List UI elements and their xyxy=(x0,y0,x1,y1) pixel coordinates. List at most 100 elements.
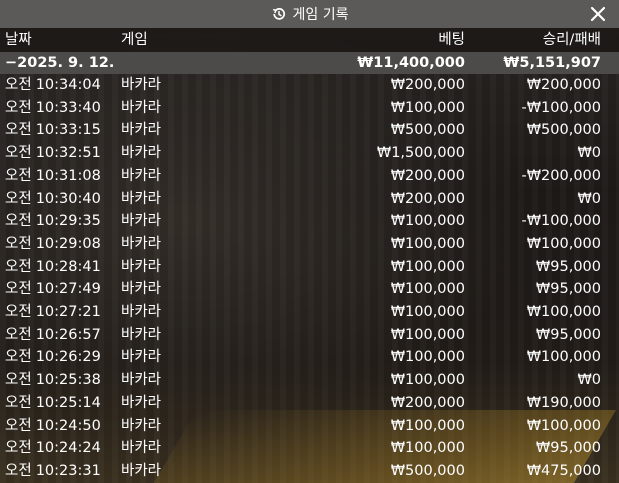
row-game: 바카라 xyxy=(121,213,162,230)
summary-bet-total: ₩11,400,000 xyxy=(357,55,465,71)
row-game: 바카라 xyxy=(121,77,162,93)
row-time: 10:33:15 xyxy=(35,122,101,139)
column-header-result: 승리/패배 xyxy=(542,32,601,48)
row-ampm: 오전 xyxy=(5,417,32,434)
row-ampm: 오전 xyxy=(5,304,32,320)
row-game: 바카라 xyxy=(121,417,162,434)
row-bet: ₩100,000 xyxy=(390,213,465,230)
row-time: 10:23:31 xyxy=(35,462,101,479)
row-result: ₩95,000 xyxy=(535,281,601,298)
row-result: ₩0 xyxy=(577,372,601,389)
row-datetime: 오전 10:28:41 xyxy=(5,256,101,278)
table-row[interactable]: 오전 10:30:40 바카라 ₩200,000 ₩0 xyxy=(0,188,619,210)
table-row[interactable]: 오전 10:33:15 바카라 ₩500,000 ₩500,000 xyxy=(0,119,619,141)
table-row[interactable]: 오전 10:28:41 바카라 ₩100,000 ₩95,000 xyxy=(0,256,619,278)
row-bet: ₩200,000 xyxy=(390,77,465,93)
row-datetime: 오전 10:29:35 xyxy=(5,210,101,232)
row-game: 바카라 xyxy=(121,326,162,343)
table-row[interactable]: 오전 10:24:24 바카라 ₩100,000 ₩95,000 xyxy=(0,437,619,459)
row-result: ₩475,000 xyxy=(526,462,601,479)
row-bet: ₩100,000 xyxy=(390,372,465,389)
row-ampm: 오전 xyxy=(5,190,32,207)
row-time: 10:30:40 xyxy=(35,190,101,207)
row-time: 10:28:41 xyxy=(35,258,101,275)
table-row[interactable]: 오전 10:27:49 바카라 ₩100,000 ₩95,000 xyxy=(0,278,619,300)
row-bet: ₩100,000 xyxy=(390,235,465,252)
row-time: 10:25:38 xyxy=(35,372,101,389)
row-time: 10:29:35 xyxy=(35,213,101,230)
row-ampm: 오전 xyxy=(5,145,32,162)
row-result: -₩200,000 xyxy=(521,167,601,184)
row-result: -₩100,000 xyxy=(521,99,601,116)
table-row[interactable]: 오전 10:26:29 바카라 ₩100,000 ₩100,000 xyxy=(0,346,619,368)
game-history-panel: 게임 기록 날짜 게임 베팅 승리/패배 −2025. 9. 12. ₩11,4… xyxy=(0,0,619,483)
row-datetime: 오전 10:26:57 xyxy=(5,324,101,346)
row-result: -₩100,000 xyxy=(521,213,601,230)
row-bet: ₩200,000 xyxy=(390,190,465,207)
row-game: 바카라 xyxy=(121,281,162,298)
row-ampm: 오전 xyxy=(5,372,32,389)
row-ampm: 오전 xyxy=(5,213,32,230)
table-row[interactable]: 오전 10:27:21 바카라 ₩100,000 ₩100,000 xyxy=(0,301,619,323)
row-game: 바카라 xyxy=(121,462,162,479)
table-row[interactable]: 오전 10:25:38 바카라 ₩100,000 ₩0 xyxy=(0,369,619,391)
row-result: ₩0 xyxy=(577,190,601,207)
row-time: 10:26:29 xyxy=(35,349,101,366)
table-row[interactable]: 오전 10:31:08 바카라 ₩200,000 -₩200,000 xyxy=(0,165,619,187)
table-row[interactable]: 오전 10:24:50 바카라 ₩100,000 ₩100,000 xyxy=(0,415,619,437)
row-bet: ₩500,000 xyxy=(390,462,465,479)
row-datetime: 오전 10:25:14 xyxy=(5,392,101,414)
row-bet: ₩200,000 xyxy=(390,167,465,184)
row-ampm: 오전 xyxy=(5,235,32,252)
row-datetime: 오전 10:23:31 xyxy=(5,460,101,482)
row-game: 바카라 xyxy=(121,122,162,139)
table-row[interactable]: 오전 10:23:31 바카라 ₩500,000 ₩475,000 xyxy=(0,460,619,482)
row-bet: ₩100,000 xyxy=(390,417,465,434)
row-datetime: 오전 10:24:50 xyxy=(5,415,101,437)
row-game: 바카라 xyxy=(121,304,162,320)
row-bet: ₩100,000 xyxy=(390,349,465,366)
row-bet: ₩100,000 xyxy=(390,440,465,457)
title-wrap: 게임 기록 xyxy=(271,4,348,24)
close-button[interactable] xyxy=(587,3,609,25)
row-result: ₩190,000 xyxy=(526,394,601,411)
row-time: 10:33:40 xyxy=(35,99,101,116)
table-row[interactable]: 오전 10:32:51 바카라 ₩1,500,000 ₩0 xyxy=(0,142,619,164)
row-bet: ₩100,000 xyxy=(390,326,465,343)
row-game: 바카라 xyxy=(121,440,162,457)
row-bet: ₩100,000 xyxy=(390,99,465,116)
row-bet: ₩500,000 xyxy=(390,122,465,139)
row-game: 바카라 xyxy=(121,190,162,207)
row-game: 바카라 xyxy=(121,167,162,184)
table-row[interactable]: 오전 10:29:08 바카라 ₩100,000 ₩100,000 xyxy=(0,233,619,255)
date-summary-row[interactable]: −2025. 9. 12. ₩11,400,000 ₩5,151,907 xyxy=(0,52,619,74)
row-game: 바카라 xyxy=(121,258,162,275)
row-ampm: 오전 xyxy=(5,167,32,184)
row-datetime: 오전 10:33:15 xyxy=(5,119,101,141)
column-header-date: 날짜 xyxy=(5,32,32,48)
row-time: 10:26:57 xyxy=(35,326,101,343)
row-result: ₩95,000 xyxy=(535,258,601,275)
row-result: ₩200,000 xyxy=(526,77,601,93)
table-row[interactable]: 오전 10:33:40 바카라 ₩100,000 -₩100,000 xyxy=(0,97,619,119)
title-bar: 게임 기록 xyxy=(0,0,619,28)
row-ampm: 오전 xyxy=(5,394,32,411)
row-time: 10:27:21 xyxy=(35,304,101,320)
row-time: 10:25:14 xyxy=(35,394,101,411)
row-ampm: 오전 xyxy=(5,326,32,343)
table-row[interactable]: 오전 10:25:14 바카라 ₩200,000 ₩190,000 xyxy=(0,392,619,414)
table-row[interactable]: 오전 10:26:57 바카라 ₩100,000 ₩95,000 xyxy=(0,324,619,346)
table-row[interactable]: 오전 10:29:35 바카라 ₩100,000 -₩100,000 xyxy=(0,210,619,232)
row-time: 10:27:49 xyxy=(35,281,101,298)
row-datetime: 오전 10:30:40 xyxy=(5,188,101,210)
column-header-game: 게임 xyxy=(121,32,148,48)
row-time: 10:31:08 xyxy=(35,167,101,184)
row-ampm: 오전 xyxy=(5,281,32,298)
row-result: ₩500,000 xyxy=(526,122,601,139)
table-row[interactable]: 오전 10:34:04 바카라 ₩200,000 ₩200,000 xyxy=(0,74,619,96)
row-result: ₩100,000 xyxy=(526,304,601,320)
row-game: 바카라 xyxy=(121,145,162,162)
row-time: 10:24:50 xyxy=(35,417,101,434)
row-bet: ₩1,500,000 xyxy=(376,145,465,162)
row-datetime: 오전 10:29:08 xyxy=(5,233,101,255)
